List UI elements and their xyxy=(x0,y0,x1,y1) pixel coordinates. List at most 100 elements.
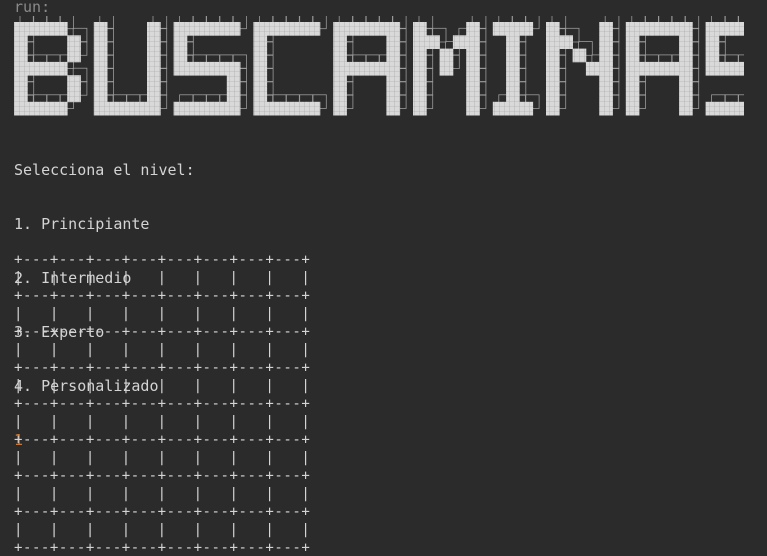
banner-block xyxy=(359,61,374,76)
banner-block xyxy=(333,75,347,89)
banner-block xyxy=(625,101,640,116)
board-border-line: +---+---+---+---+---+---+---+---+ xyxy=(14,432,311,448)
banner-block xyxy=(333,88,347,103)
banner-block xyxy=(413,61,427,76)
banner-block xyxy=(14,48,28,63)
banner-block xyxy=(705,48,720,63)
banner-block xyxy=(173,61,188,76)
banner-block xyxy=(413,88,427,103)
banner-block xyxy=(506,88,520,103)
board-cell-row: | | | | | | | | | xyxy=(14,378,311,394)
minesweeper-board: +---+---+---+---+---+---+---+---+ | | | |… xyxy=(14,251,310,556)
banner-block xyxy=(306,101,321,116)
banner-block xyxy=(625,88,640,103)
board-cell-row: | | | | | | | | | xyxy=(14,486,311,502)
banner-block xyxy=(466,88,480,103)
banner-block xyxy=(652,61,667,76)
banner-block xyxy=(546,48,560,63)
banner-block xyxy=(93,101,108,116)
board-border-line: +---+---+---+---+---+---+---+---+ xyxy=(14,252,311,268)
banner-block xyxy=(466,22,480,36)
banner-block xyxy=(386,22,401,36)
banner-block xyxy=(253,22,268,36)
banner-block xyxy=(466,61,480,76)
banner-block xyxy=(333,48,347,63)
banner-block xyxy=(572,48,587,63)
banner-block xyxy=(200,61,214,76)
banner-block xyxy=(200,101,214,116)
banner-block xyxy=(492,22,507,36)
banner-block xyxy=(559,35,573,49)
banner-block xyxy=(93,61,108,76)
board-border-line: +---+---+---+---+---+---+---+---+ xyxy=(14,540,311,556)
banner-block xyxy=(67,88,81,103)
banner-block xyxy=(14,22,28,36)
banner-block xyxy=(705,22,720,36)
banner-block xyxy=(280,101,294,116)
banner-block xyxy=(173,22,188,36)
banner-block xyxy=(506,35,520,49)
banner-block xyxy=(67,35,81,49)
banner-block xyxy=(53,101,68,116)
banner-block xyxy=(386,75,401,89)
banner-block xyxy=(546,101,560,116)
banner-block xyxy=(14,35,28,49)
banner-block xyxy=(705,35,720,49)
board-cell-row: | | | | | | | | | xyxy=(14,414,311,430)
banner-block xyxy=(333,101,347,116)
banner-block xyxy=(599,61,613,76)
ascii-banner-title xyxy=(14,16,744,116)
run-label: run: xyxy=(14,0,51,16)
banner-block xyxy=(333,61,347,76)
banner-block xyxy=(519,101,534,116)
banner-block xyxy=(40,61,55,76)
banner-block xyxy=(93,35,108,49)
banner-block xyxy=(546,75,560,89)
banner-block xyxy=(67,75,81,89)
banner-block xyxy=(386,101,401,116)
banner-block xyxy=(253,75,268,89)
banner-block xyxy=(373,61,387,76)
banner-block xyxy=(452,35,467,49)
banner-block xyxy=(14,75,28,89)
banner-block xyxy=(639,22,653,36)
banner-block xyxy=(253,61,268,76)
banner-block xyxy=(226,75,241,89)
banner-block xyxy=(679,35,693,49)
banner-block xyxy=(186,22,201,36)
banner-block xyxy=(506,75,520,89)
banner-block xyxy=(93,75,108,89)
banner-block xyxy=(266,22,281,36)
banner-block xyxy=(506,101,520,116)
banner-block xyxy=(439,48,454,63)
banner-block xyxy=(346,22,361,36)
banner-block xyxy=(585,61,600,76)
board-border-line: +---+---+---+---+---+---+---+---+ xyxy=(14,360,311,376)
banner-block xyxy=(665,22,680,36)
banner-block xyxy=(213,61,228,76)
banner-block xyxy=(413,75,427,89)
banner-block xyxy=(173,101,188,116)
board-border-line: +---+---+---+---+---+---+---+---+ xyxy=(14,504,311,520)
banner-block xyxy=(253,88,268,103)
banner-block xyxy=(718,61,733,76)
banner-block xyxy=(439,61,454,76)
banner-block xyxy=(679,101,693,116)
banner-block xyxy=(147,22,161,36)
banner-block xyxy=(732,22,744,36)
banner-block xyxy=(253,101,268,116)
banner-block xyxy=(599,22,613,36)
banner-block xyxy=(147,75,161,89)
banner-block xyxy=(306,22,321,36)
banner-block xyxy=(386,88,401,103)
board-border-line: +---+---+---+---+---+---+---+---+ xyxy=(14,324,311,340)
banner-block xyxy=(226,61,241,76)
banner-block xyxy=(625,22,640,36)
banner-block xyxy=(506,48,520,63)
banner-block xyxy=(359,22,374,36)
banner-block xyxy=(413,35,427,49)
banner-block xyxy=(293,101,307,116)
banner-block xyxy=(599,88,613,103)
banner-block xyxy=(426,35,440,49)
banner-block xyxy=(639,61,653,76)
